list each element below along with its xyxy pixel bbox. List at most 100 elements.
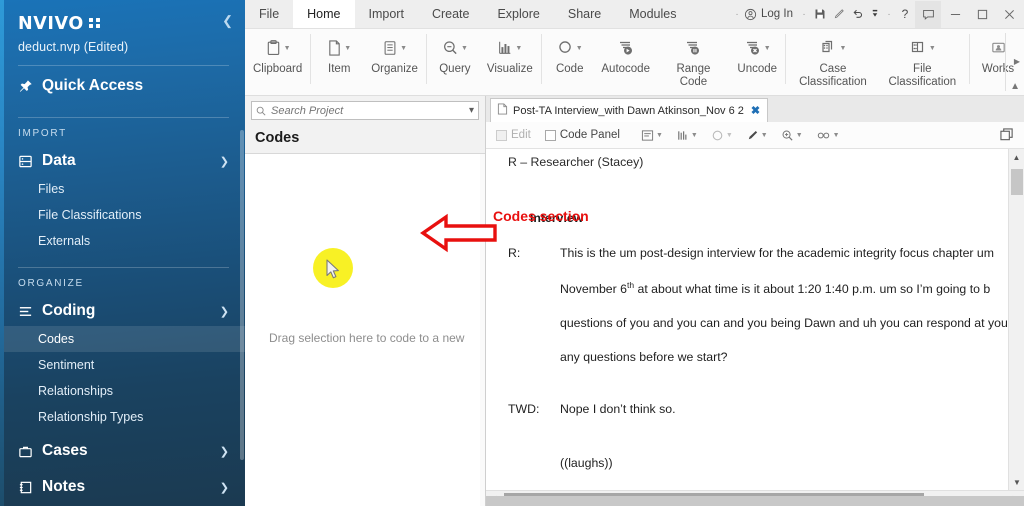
chevron-left-icon[interactable]: ❮ [222,14,233,27]
sidebar-item-notes[interactable]: Notes ❯ [0,472,245,502]
question-mark-icon[interactable]: ? [896,7,914,21]
ribbon-group-clipboard: ▼ Clipboard [247,29,308,95]
scroll-up-icon[interactable]: ▲ [1009,149,1024,165]
brand-row: NVIVO [18,14,229,34]
chevron-right-icon-ribbon[interactable]: ▶ [1014,57,1020,66]
document-tab[interactable]: Post-TA Interview_with Dawn Atkinson_Nov… [490,98,769,122]
menu-tab-home[interactable]: Home [293,0,355,28]
maximize-icon[interactable] [969,1,995,28]
menu-tab-explore[interactable]: Explore [483,0,553,28]
undo-icon[interactable] [849,8,867,20]
circle-icon-toolbar[interactable]: ▼ [706,129,738,142]
ribbon-visualize-button[interactable]: ▼ Visualize [481,29,539,76]
separator-dot-3: · [887,8,891,20]
split-window-icon[interactable] [1000,128,1018,142]
paragraph-icon[interactable]: ▼ [636,129,668,142]
sidebar-item-externals[interactable]: Externals [0,228,245,254]
chevron-down-icon-search[interactable]: ▾ [469,105,474,116]
stripes-icon[interactable]: ▼ [671,129,703,142]
document-vertical-scrollbar[interactable]: ▲ ▼ [1008,149,1024,490]
sidebar-item-coding[interactable]: Coding ❯ [0,296,245,326]
ribbon-clipboard-button[interactable]: ▼ Clipboard [247,29,308,76]
caret-down-icon: ▼ [575,44,583,52]
save-icon[interactable] [811,8,829,20]
chevron-down-icon[interactable]: ❯ [220,155,229,168]
codes-panel-scrollbar[interactable] [480,154,485,506]
sidebar-item-quick-access[interactable]: Quick Access [0,66,245,106]
caret-down-icon: ▼ [690,131,698,139]
menu-tab-import[interactable]: Import [355,0,418,28]
workspace-icon [990,36,1007,60]
chat-bubble-icon[interactable] [915,0,941,28]
link-icon[interactable]: ▼ [811,129,845,142]
chevron-up-icon-ribbon[interactable]: ▲ [1010,81,1020,92]
ribbon-visualize-label: Visualize [486,63,533,75]
document-scroll-area: R – Researcher (Stacey) Interview R: This… [486,149,1008,490]
vertical-scroll-thumb[interactable] [1011,169,1023,195]
ribbon-code-button[interactable]: ▼ Code [544,29,596,76]
highlighter-icon[interactable]: ▼ [741,129,773,142]
sidebar-item-coding-label: Coding [42,302,96,319]
close-icon[interactable] [996,1,1022,28]
sidebar-item-relationship-types[interactable]: Relationship Types [0,404,245,430]
zoom-icon[interactable]: ▼ [776,129,808,142]
scroll-down-icon[interactable]: ▼ [1009,474,1024,490]
minimize-icon[interactable] [942,1,968,28]
caret-down-icon: ▼ [460,44,468,52]
ribbon-file-classification-button[interactable]: ▼ File Classification [878,29,967,89]
range-code-icon [684,36,702,60]
menu-tab-share[interactable]: Share [554,0,615,28]
ribbon-file-classification-label: File Classification [888,63,957,88]
edit-checkbox[interactable]: Edit [496,129,531,141]
ribbon-autocode-button[interactable]: Autocode [596,29,656,76]
ribbon-uncode-button[interactable]: ▼ Uncode [731,29,783,76]
menu-tab-file[interactable]: File [245,0,293,28]
document-tab-label: Post-TA Interview_with Dawn Atkinson_Nov… [513,104,744,117]
chevron-down-icon-coding[interactable]: ❯ [220,305,229,318]
ribbon-organize-button[interactable]: ▼ Organize [365,29,424,76]
login-button[interactable]: Log In [761,8,793,20]
doc-line-clipped: R – Researcher (Stacey) [508,155,644,169]
ribbon-autocode-label: Autocode [601,63,650,75]
document-content[interactable]: R – Researcher (Stacey) Interview R: This… [486,149,1024,506]
menu-tab-modules[interactable]: Modules [615,0,690,28]
briefcase-icon [18,444,33,459]
sidebar-scrollbar[interactable] [240,130,244,460]
sidebar-item-cases[interactable]: Cases ❯ [0,436,245,466]
search-input[interactable] [271,104,469,117]
user-circle-icon[interactable] [744,8,757,21]
codes-list-area[interactable]: Drag selection here to code to a new [245,154,485,506]
close-icon-tab[interactable]: ✖ [749,104,762,117]
pencil-icon[interactable] [830,8,848,20]
doc-line-5-text: Nope I don’t think so. [560,402,676,417]
ribbon-case-classification-button[interactable]: ▼ Case Classification [788,29,877,89]
code-panel-checkbox[interactable]: Code Panel [544,129,620,141]
chevron-right-icon-notes[interactable]: ❯ [220,481,229,494]
autocode-icon [617,36,635,60]
ribbon-workspace-button[interactable]: Works [972,29,1024,76]
sidebar-item-data[interactable]: Data ❯ [0,146,245,176]
codes-panel: ▾ Codes Drag selection here to code to a… [245,96,486,506]
sidebar-item-codes[interactable]: Codes [0,326,245,352]
ribbon-range-code-button[interactable]: Range Code [656,29,732,89]
doc-line-6-text: ((laughs)) [560,456,613,471]
sidebar-item-relationships[interactable]: Relationships [0,378,245,404]
caret-down-icon: ▼ [832,131,840,139]
code-panel-label: Code Panel [559,129,620,141]
sidebar-item-file-classifications[interactable]: File Classifications [0,202,245,228]
sidebar-item-notes-label: Notes [42,478,86,495]
caret-down-icon: ▼ [283,44,291,52]
search-project-box[interactable]: ▾ [251,101,479,120]
sidebar-item-files[interactable]: Files [0,176,245,202]
caret-down-icon: ▼ [795,131,803,139]
menu-tab-create[interactable]: Create [418,0,484,28]
file-classification-icon: ▼ [909,36,936,60]
sidebar-item-sentiment[interactable]: Sentiment [0,352,245,378]
bar-chart-icon: ▼ [497,36,522,60]
redo-icon[interactable] [868,8,882,20]
chevron-right-icon-cases[interactable]: ❯ [220,445,229,458]
ribbon-item-button[interactable]: ▼ Item [313,29,365,76]
ribbon-query-button[interactable]: ▼ Query [429,29,481,76]
doc-line-5: TWD: Nope I don’t think so. [508,402,1008,416]
menu-bar: File Home Import Create Explore Share Mo… [245,0,1024,29]
